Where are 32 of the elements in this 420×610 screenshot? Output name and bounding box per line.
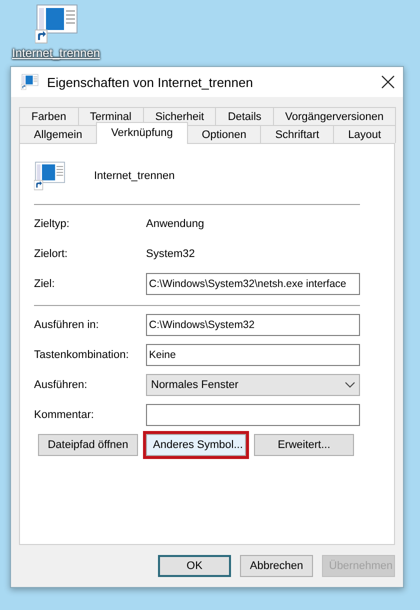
field-label: Ausführen in: [34, 319, 100, 331]
shortcut-icon[interactable] [35, 4, 79, 44]
shortcut-name: Internet_trennen [94, 170, 175, 182]
field-label: Kommentar: [34, 409, 95, 421]
field-label: Zieltyp: [34, 218, 70, 230]
button[interactable]: OK [158, 555, 231, 577]
input-field[interactable]: C:\Windows\System32 [146, 314, 360, 336]
close-icon[interactable] [381, 75, 395, 89]
tab[interactable]: Farben [19, 107, 79, 125]
dropdown[interactable]: Normales Fenster [146, 374, 360, 396]
button[interactable]: Anderes Symbol... [146, 434, 246, 456]
tab[interactable]: Verknüpfung [96, 122, 188, 144]
field-label: Ziel: [34, 278, 56, 290]
field-label: Tastenkombination: [34, 349, 130, 361]
field-label: Ausführen: [34, 379, 88, 391]
button[interactable]: Abbrechen [240, 555, 313, 577]
chevron-down-icon [345, 382, 355, 388]
button[interactable]: Erweitert... [254, 434, 354, 456]
shortcut-icon [34, 160, 66, 192]
tab[interactable]: Allgemein [19, 125, 98, 143]
input-field[interactable]: Keine [146, 344, 360, 366]
field-value: Anwendung [146, 218, 206, 230]
tab[interactable]: Layout [333, 125, 396, 143]
window-title: Eigenschaften von Internet_trennen [47, 74, 254, 90]
field-label: Zielort: [34, 248, 69, 260]
input-field[interactable]: C:\Windows\System32\netsh.exe interface [146, 273, 360, 295]
window-icon [21, 74, 39, 90]
button[interactable]: Dateipfad öffnen [38, 434, 138, 456]
input-field[interactable] [146, 404, 360, 426]
tab[interactable]: Vorgängerversionen [272, 107, 396, 125]
tab[interactable]: Optionen [186, 125, 262, 143]
field-value: System32 [146, 248, 196, 260]
